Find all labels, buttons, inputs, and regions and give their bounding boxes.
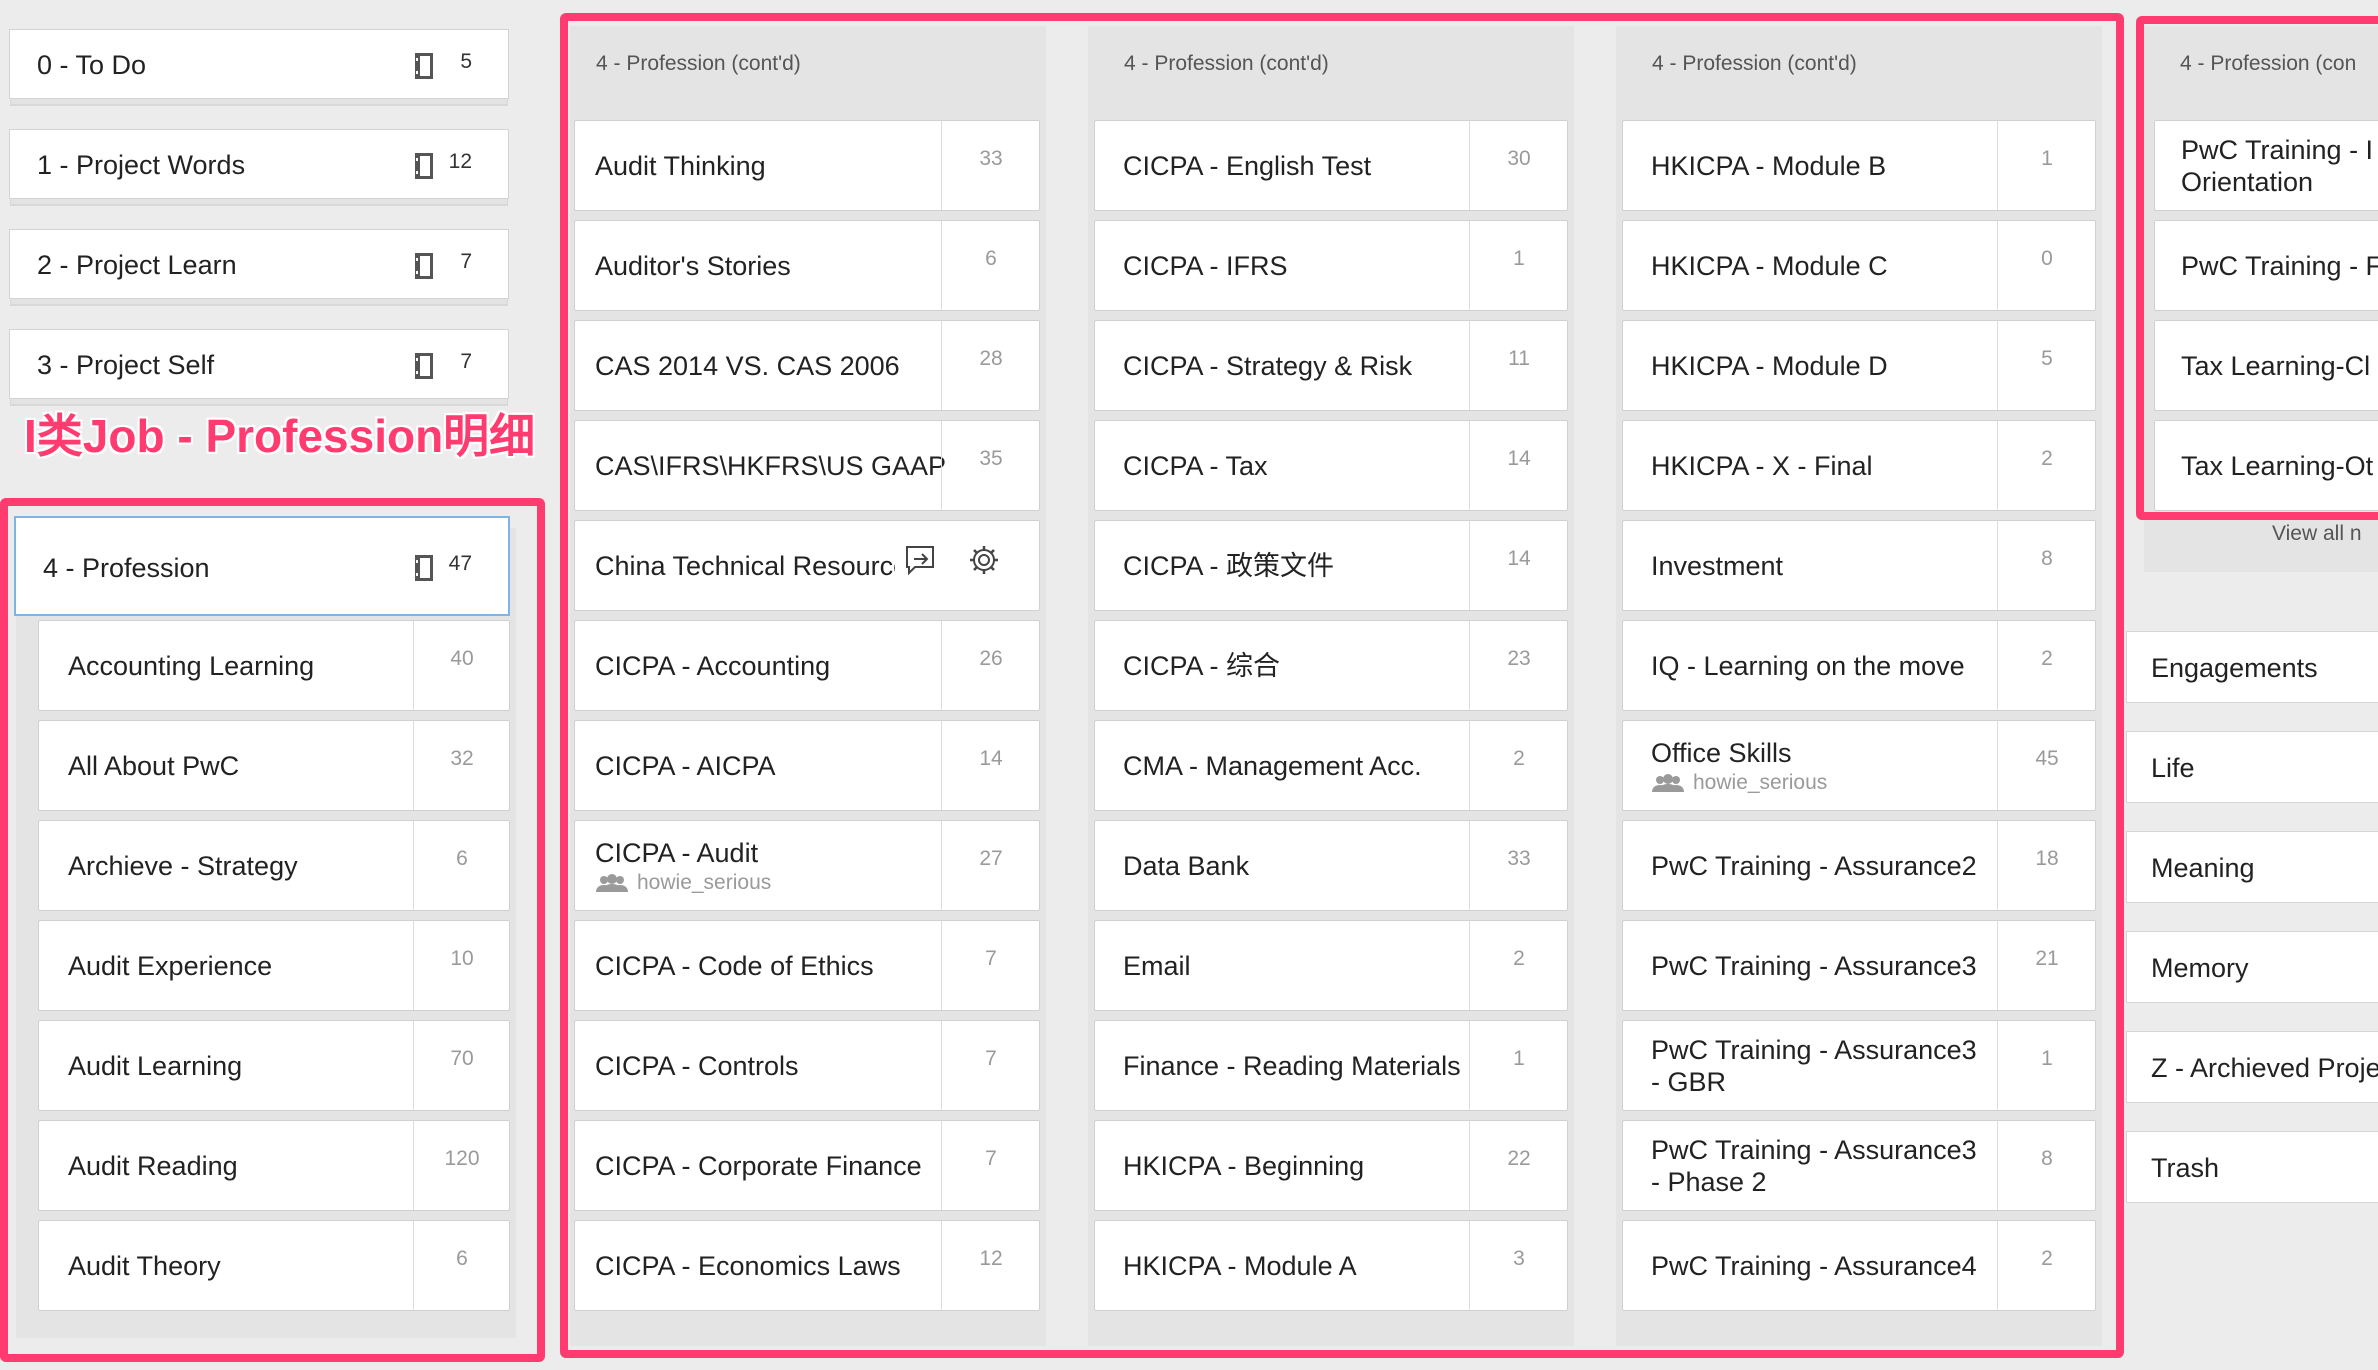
stack-label: Memory <box>2151 953 2249 983</box>
stack-trash[interactable]: Trash <box>2126 1131 2378 1203</box>
stack-label: Z - Archieved Proje <box>2151 1053 2378 1083</box>
highlight-box-cont-column-4 <box>2136 16 2378 520</box>
stack-label: Trash <box>2151 1153 2220 1183</box>
highlight-box-profession <box>0 498 545 1362</box>
stack-label: Life <box>2151 753 2195 783</box>
stack-meaning[interactable]: Meaning <box>2126 831 2378 903</box>
view-all-link[interactable]: View all n <box>2272 522 2362 546</box>
highlight-box-cont-columns <box>560 13 2124 1358</box>
stack-memory[interactable]: Memory <box>2126 931 2378 1003</box>
stack-label: Engagements <box>2151 653 2318 683</box>
stack-archived-projects[interactable]: Z - Archieved Proje <box>2126 1031 2378 1103</box>
stack-label: Meaning <box>2151 853 2255 883</box>
stack-engagements[interactable]: Engagements <box>2126 631 2378 703</box>
stack-life[interactable]: Life <box>2126 731 2378 803</box>
